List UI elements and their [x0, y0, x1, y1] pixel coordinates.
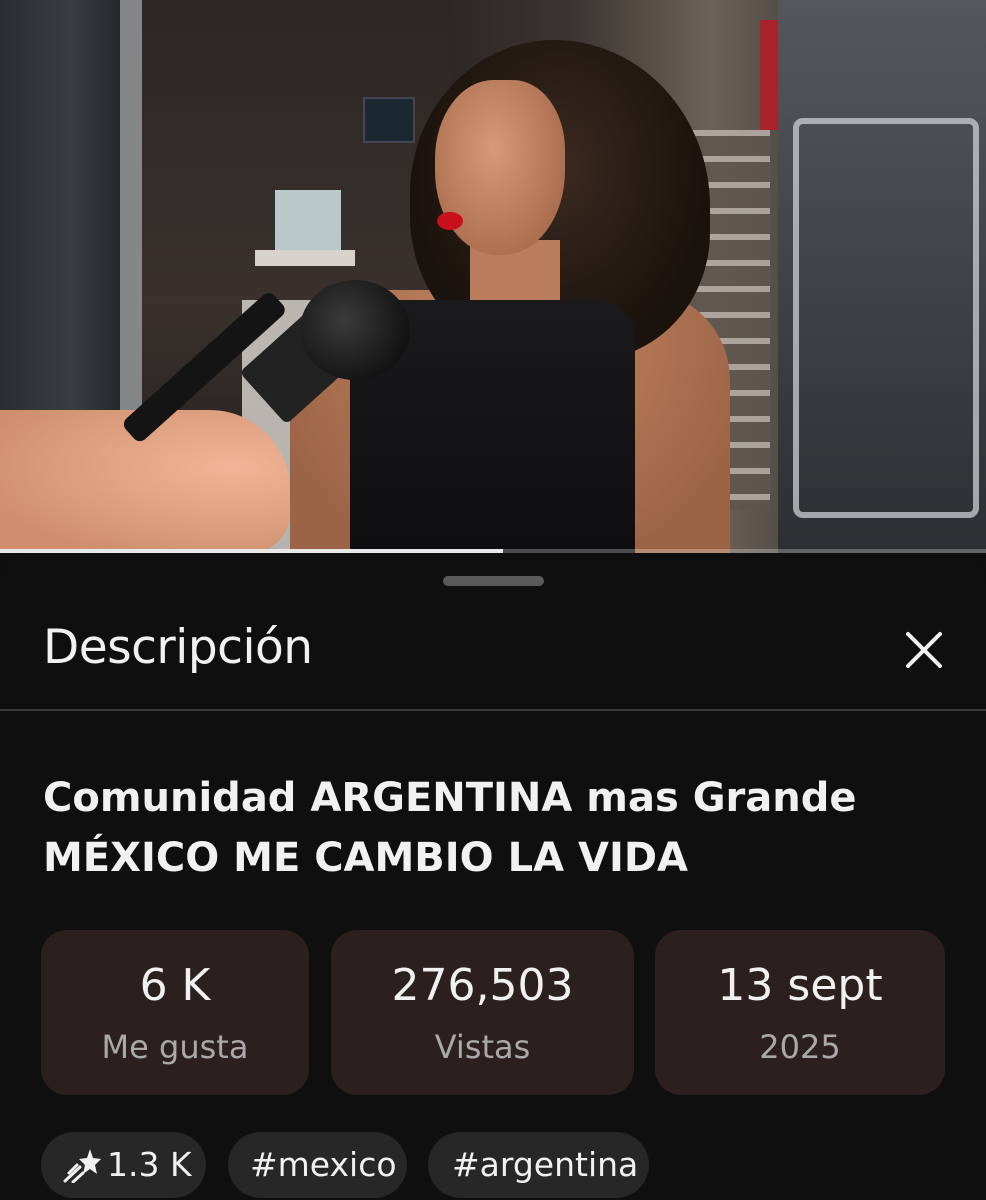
sparkle-hype-icon [63, 1149, 101, 1183]
sheet-title: Descripción [43, 620, 313, 675]
upload-date: 13 sept [717, 960, 883, 1011]
hanging-sign [363, 97, 415, 143]
stat-views: 276,503 Vistas [331, 930, 634, 1095]
hype-chip[interactable]: 1.3 K [41, 1132, 206, 1198]
video-title: Comunidad ARGENTINA mas Grande MÉXICO ME… [43, 775, 857, 881]
views-label: Vistas [434, 1028, 531, 1066]
video-progress-bar[interactable] [0, 549, 986, 553]
hashtag-argentina: #argentina [452, 1145, 639, 1184]
stat-date: 13 sept 2025 [655, 930, 945, 1095]
close-button[interactable] [896, 622, 952, 678]
glass-door-frame [793, 118, 979, 518]
header-divider [0, 709, 986, 711]
likes-count: 6 K [139, 960, 211, 1011]
display-box [275, 190, 341, 250]
hashtag-chip-mexico[interactable]: #mexico [228, 1132, 407, 1198]
close-icon [906, 632, 942, 668]
hashtag-mexico: #mexico [250, 1145, 397, 1184]
chips-row: 1.3 K #mexico #argentina [0, 1132, 986, 1200]
video-player[interactable] [0, 0, 986, 553]
microphone-head [300, 280, 410, 380]
stat-likes: 6 K Me gusta [41, 930, 309, 1095]
stats-row: 6 K Me gusta 276,503 Vistas 13 sept 2025 [0, 930, 986, 1095]
description-sheet: Descripción Comunidad ARGENTINA mas Gran… [0, 556, 986, 1200]
hashtag-chip-argentina[interactable]: #argentina [428, 1132, 649, 1198]
upload-year: 2025 [759, 1028, 841, 1066]
person-lips [437, 212, 463, 230]
hype-count: 1.3 K [107, 1145, 192, 1184]
video-progress-fill [0, 549, 503, 553]
views-count: 276,503 [391, 960, 574, 1011]
likes-label: Me gusta [101, 1028, 249, 1066]
display-shelf [255, 250, 355, 266]
drag-handle[interactable] [443, 576, 544, 586]
